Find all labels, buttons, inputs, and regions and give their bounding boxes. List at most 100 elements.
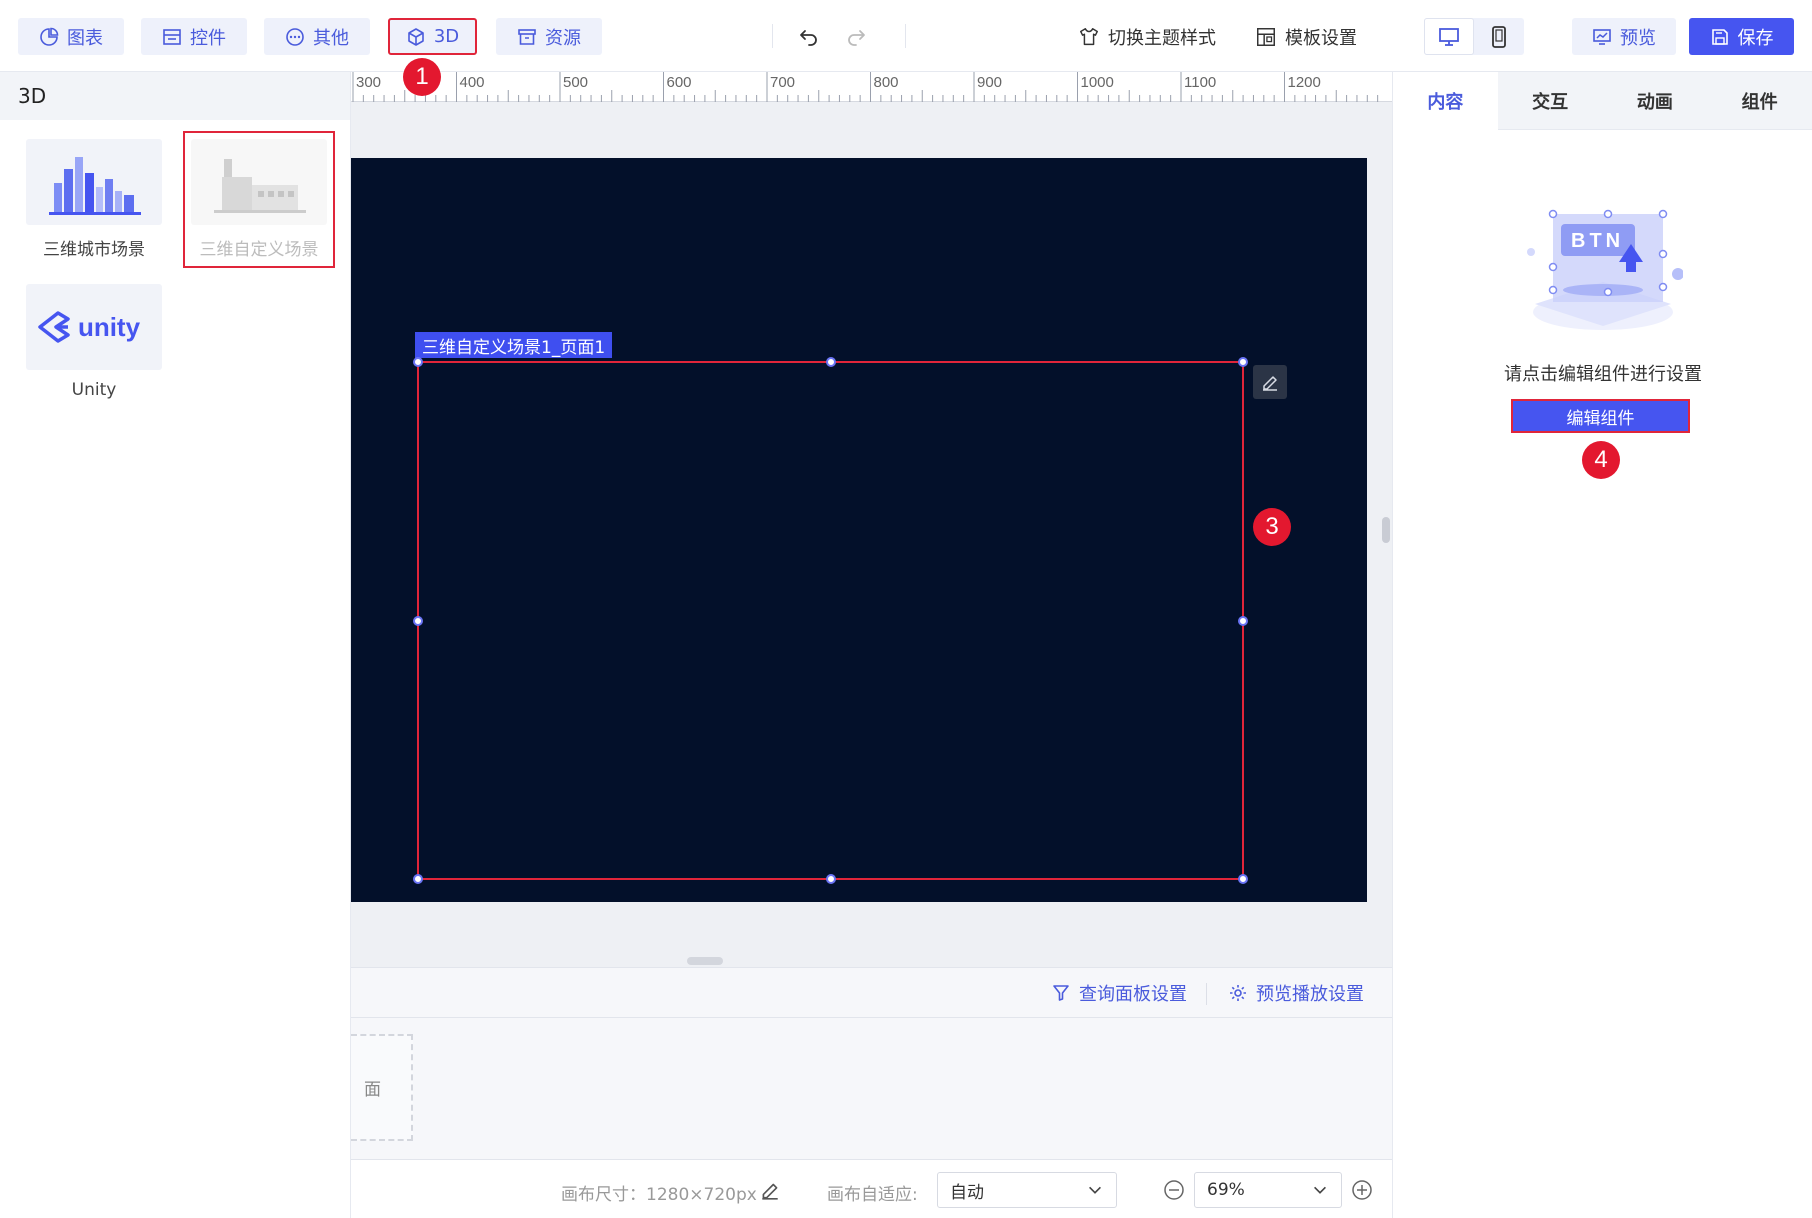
preview-button[interactable]: 预览 (1572, 18, 1676, 55)
zoom-in-icon[interactable] (1351, 1179, 1373, 1201)
playback-label: 预览播放设置 (1256, 984, 1364, 1005)
redo-icon (848, 29, 865, 46)
callout-1: 1 (403, 58, 441, 96)
component-custom-scene[interactable]: 三维自定义场景 (183, 131, 335, 268)
desktop-view-button[interactable] (1424, 18, 1474, 55)
edit-component-button[interactable]: 编辑组件 (1511, 399, 1690, 433)
resize-handle-top-right[interactable] (1238, 357, 1248, 367)
page-thumbnail[interactable]: 面 (351, 1034, 413, 1141)
zoom-out-icon[interactable] (1163, 1179, 1185, 1201)
tab-3d[interactable]: 3D (388, 18, 477, 55)
empty-state-illustration: BTN (1527, 209, 1683, 330)
canvas-area: 300 400 500 600 700 800 900 1000 1100 1200 三维自定义场… (351, 72, 1392, 1218)
query-panel-settings-link[interactable]: 查询面板设置 (1051, 980, 1187, 1006)
panel-resize-handle[interactable] (687, 957, 723, 965)
tablet-icon (1492, 25, 1506, 48)
query-panel-label: 查询面板设置 (1079, 984, 1187, 1005)
callout-3: 3 (1253, 508, 1291, 546)
ruler-tick-label: 800 (874, 74, 899, 91)
canvas-fit-label: 画布自适应: (827, 1185, 918, 1205)
preview-playback-settings-link[interactable]: 预览播放设置 (1228, 980, 1364, 1006)
template-settings-label: 模板设置 (1285, 27, 1357, 49)
component-unity[interactable]: unity Unity (26, 284, 162, 400)
panel-title: 3D (0, 72, 350, 120)
page-panel-header: 查询面板设置 预览播放设置 (351, 968, 1392, 1018)
tab-chart[interactable]: 图表 (18, 18, 124, 55)
resize-handle-top[interactable] (826, 357, 836, 367)
component-library-panel: 3D 三维城市场景 三维自定义场景 unity Unity (0, 72, 351, 1218)
resize-handle-bottom[interactable] (826, 874, 836, 884)
mobile-view-button[interactable] (1474, 18, 1524, 55)
undo-button[interactable] (789, 18, 829, 55)
ruler-tick-label: 700 (770, 74, 795, 91)
device-switch (1424, 18, 1524, 55)
resize-handle-bottom-right[interactable] (1238, 874, 1248, 884)
tab-resource[interactable]: 资源 (496, 18, 602, 55)
property-tabs: 内容 交互 动画 组件 (1393, 72, 1812, 130)
undo-icon (800, 29, 817, 46)
component-name-tag: 三维自定义场景1_页面1 (415, 332, 613, 358)
switch-theme-label: 切换主题样式 (1108, 27, 1216, 49)
filter-icon (1053, 985, 1069, 1001)
widget-icon (163, 28, 181, 45)
status-bar: 画布尺寸：1280×720px 画布自适应: 自动 69% (351, 1159, 1392, 1218)
tshirt-icon (1080, 27, 1098, 45)
tab-interaction[interactable]: 交互 (1498, 72, 1603, 130)
tab-widget[interactable]: 控件 (141, 18, 247, 55)
ruler-tick-label: 1000 (1081, 74, 1114, 91)
tab-resource-label: 资源 (545, 27, 581, 49)
horizontal-ruler: 300 400 500 600 700 800 900 1000 1100 1200 (351, 72, 1392, 102)
gear-icon (1230, 985, 1246, 1001)
toolbar-divider (905, 24, 906, 48)
tab-components[interactable]: 组件 (1707, 72, 1812, 130)
zoom-select[interactable]: 69% (1194, 1172, 1342, 1208)
ruler-tick-label: 500 (563, 74, 588, 91)
save-button[interactable]: 保存 (1689, 18, 1794, 55)
ruler-tick-label: 300 (356, 74, 381, 91)
ruler-tick-label: 400 (460, 74, 485, 91)
save-icon (1711, 28, 1728, 45)
redo-button[interactable] (836, 18, 876, 55)
empty-state-hint: 请点击编辑组件进行设置 (1504, 364, 1702, 385)
chevron-down-icon (1314, 1186, 1326, 1194)
tab-other[interactable]: 其他 (264, 18, 370, 55)
callout-4: 4 (1582, 441, 1620, 479)
monitor-icon (1439, 27, 1459, 46)
resize-handle-top-left[interactable] (413, 357, 423, 367)
tab-content[interactable]: 内容 (1393, 72, 1498, 130)
factory-icon (214, 159, 306, 213)
canvas-fit-value: 自动 (950, 1182, 984, 1203)
resize-handle-right[interactable] (1238, 616, 1248, 626)
template-settings-button[interactable]: 模板设置 (1255, 18, 1357, 55)
city-scene-thumbnail (26, 139, 162, 225)
tab-chart-label: 图表 (67, 27, 103, 49)
zoom-value: 69% (1207, 1180, 1245, 1200)
canvas[interactable]: 三维自定义场景1_页面1 (351, 158, 1367, 902)
illustration-btn-text: BTN (1571, 230, 1624, 252)
edit-size-pencil-icon[interactable] (759, 1179, 781, 1201)
switch-theme-button[interactable]: 切换主题样式 (1078, 18, 1216, 55)
tab-widget-label: 控件 (190, 27, 226, 49)
tab-animation[interactable]: 动画 (1603, 72, 1708, 130)
ruler-ticks: 300 400 500 600 700 800 900 1000 1100 1200 (352, 72, 1379, 102)
unity-thumbnail: unity (26, 284, 162, 370)
resize-handle-left[interactable] (413, 616, 423, 626)
edit-component-shortcut[interactable] (1253, 365, 1287, 399)
resize-handle-bottom-left[interactable] (413, 874, 423, 884)
save-label: 保存 (1737, 27, 1774, 49)
canvas-fit-select[interactable]: 自动 (937, 1172, 1117, 1208)
component-label: 三维自定义场景 (199, 240, 319, 260)
unity-logo-text: unity (77, 311, 141, 342)
property-panel: 内容 交互 动画 组件 BTN 请点击编辑组件进行设置 编辑组件 (1392, 72, 1812, 1218)
top-toolbar: 图表 控件 其他 3D 资源 切换主题样式 模板设置 预览 保存 (0, 0, 1812, 72)
vertical-scrollbar[interactable] (1382, 517, 1390, 543)
selected-component-frame[interactable] (413, 357, 1248, 884)
custom-scene-thumbnail (191, 139, 327, 225)
cube-icon (408, 27, 424, 46)
ruler-tick-label: 600 (667, 74, 692, 91)
component-city-scene[interactable]: 三维城市场景 (26, 139, 162, 260)
canvas-size-label: 画布尺寸：1280×720px (561, 1185, 757, 1205)
ruler-tick-label: 1100 (1184, 74, 1216, 91)
ruler-tick-label: 1200 (1288, 74, 1321, 91)
preview-label: 预览 (1620, 27, 1656, 49)
